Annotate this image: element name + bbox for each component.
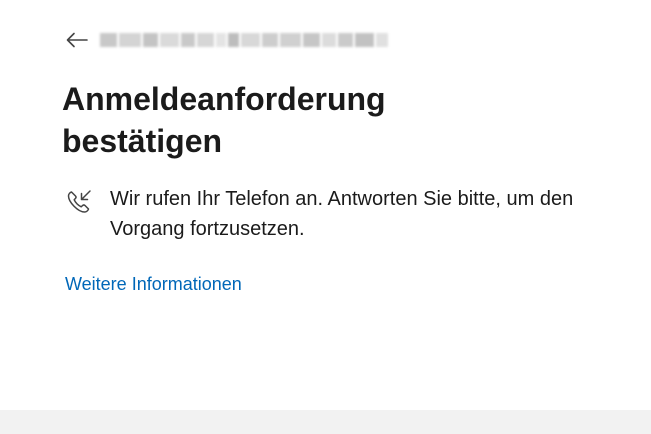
account-identifier-redacted xyxy=(100,30,390,50)
page-title: Anmeldeanforderung bestätigen xyxy=(62,81,386,159)
arrow-left-icon xyxy=(66,32,88,48)
message-text: Wir rufen Ihr Telefon an. Antworten Sie … xyxy=(110,188,574,240)
back-button[interactable] xyxy=(64,27,90,53)
more-info-link[interactable]: Weitere Informationen xyxy=(65,271,242,297)
header-row xyxy=(64,27,390,53)
footer-bar xyxy=(0,410,651,434)
phone-incoming-icon xyxy=(67,190,91,213)
call-message: Wir rufen Ihr Telefon an. Antworten Sie … xyxy=(64,184,624,244)
sign-in-dialog: Anmeldeanforderung bestätigen Wir rufen … xyxy=(0,0,651,434)
